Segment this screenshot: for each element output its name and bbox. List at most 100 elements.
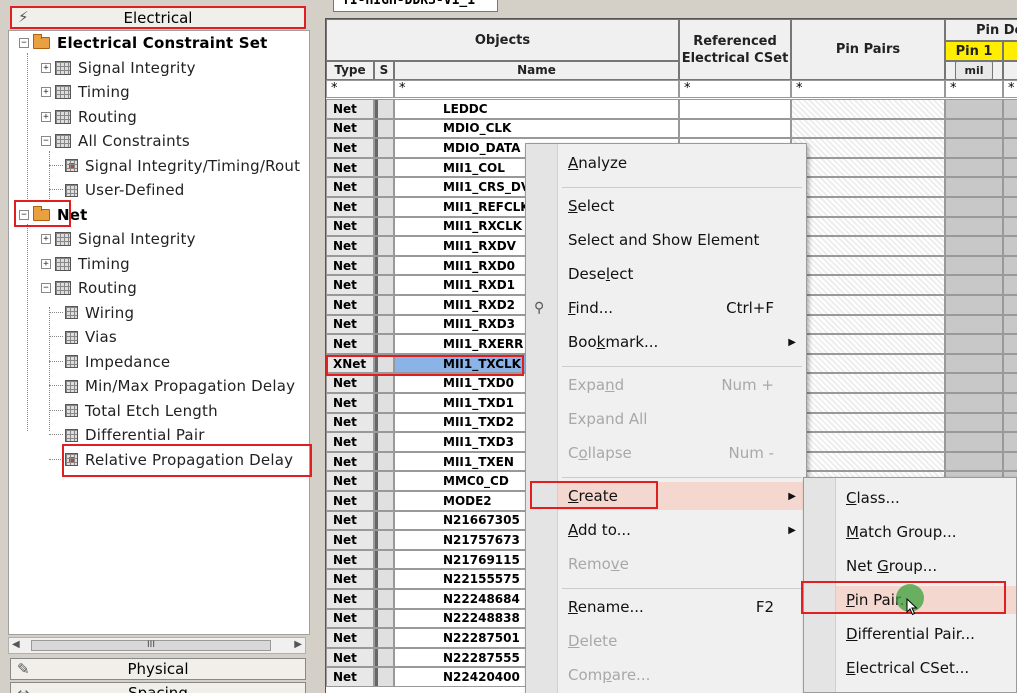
expand-toggle-icon[interactable]: + (41, 111, 51, 122)
pin-pairs-header[interactable]: Pin Pairs (791, 19, 945, 80)
referenced-filter[interactable]: * (679, 80, 791, 98)
pin-pairs-cell[interactable] (791, 255, 945, 276)
referenced-cset-header[interactable]: Referenced Electrical CSet (679, 19, 791, 80)
pin2-cell[interactable] (1003, 197, 1017, 217)
pin-pairs-cell[interactable] (791, 295, 945, 315)
tree-node-impedance[interactable]: Impedance (49, 351, 170, 373)
menu-item-compare[interactable]: Compare... (558, 661, 806, 689)
menu-item-deselect[interactable]: Deselect (558, 260, 806, 288)
tree-node-timing[interactable]: + Timing (41, 81, 130, 103)
pin2-cell[interactable] (1003, 295, 1017, 315)
s-column-header[interactable]: S (374, 61, 394, 80)
pin1-cell[interactable] (945, 99, 1003, 119)
pin1-cell[interactable] (945, 432, 1003, 452)
submenu-item-net-group[interactable]: Net Group... (836, 552, 1016, 580)
submenu-item-match-group[interactable]: Match Group... (836, 518, 1016, 546)
menu-item-find[interactable]: Find... Ctrl+F (558, 294, 806, 322)
pin2-filter[interactable]: * (1003, 80, 1017, 98)
design-tab[interactable]: TI-HIGH-DDR3-V1_1 (333, 0, 498, 12)
tree-node-electrical-constraint-set[interactable]: − Electrical Constraint Set (19, 32, 268, 54)
pin1-cell[interactable] (945, 157, 1003, 178)
referenced-cset-cell[interactable] (679, 118, 791, 139)
pin2-cell[interactable] (1003, 451, 1017, 472)
pin-pairs-cell[interactable] (791, 432, 945, 452)
tree-node-relative-propagation-delay[interactable]: Relative Propagation Delay (49, 449, 293, 471)
name-cell[interactable]: LEDDC (394, 99, 679, 119)
pin2-cell[interactable] (1003, 216, 1017, 237)
pin1-cell[interactable] (945, 373, 1003, 393)
pin1-cell[interactable] (945, 177, 1003, 197)
pin-pairs-cell[interactable] (791, 216, 945, 237)
pin1-cell[interactable] (945, 118, 1003, 139)
collapse-toggle-icon[interactable]: − (41, 136, 51, 146)
pin2-unit-button[interactable] (1003, 61, 1017, 80)
pin2-cell[interactable] (1003, 393, 1017, 413)
pin-pairs-filter[interactable]: * (791, 80, 945, 98)
menu-item-add-to[interactable]: Add to... ▶ (558, 516, 806, 544)
physical-category-bar[interactable]: ✎ Physical (10, 658, 306, 680)
tree-node-user-defined[interactable]: User-Defined (49, 179, 185, 201)
tree-horizontal-scrollbar[interactable]: ◀ III ▶ (8, 637, 306, 654)
pin2-cell[interactable] (1003, 334, 1017, 354)
pin1-cell[interactable] (945, 255, 1003, 276)
spacing-category-bar[interactable]: ↔ Spacing (10, 682, 306, 693)
menu-item-create[interactable]: Create ▶ (558, 482, 806, 510)
scroll-left-arrow-icon[interactable]: ◀ (12, 639, 20, 650)
scroll-thumb[interactable]: III (31, 640, 271, 651)
pin1-cell[interactable] (945, 197, 1003, 217)
pin2-cell[interactable] (1003, 236, 1017, 256)
pin-pairs-cell[interactable] (791, 353, 945, 374)
pin-pairs-cell[interactable] (791, 177, 945, 197)
tree-node-signal-integrity[interactable]: + Signal Integrity (41, 57, 196, 79)
pin-pairs-cell[interactable] (791, 275, 945, 295)
pin-pairs-cell[interactable] (791, 373, 945, 393)
pin2-cell[interactable] (1003, 138, 1017, 158)
pin2-cell[interactable] (1003, 177, 1017, 197)
tree-node-differential-pair[interactable]: Differential Pair (49, 424, 205, 446)
menu-item-expand[interactable]: Expand Num + (558, 371, 806, 399)
tree-node-routing[interactable]: + Routing (41, 106, 137, 128)
pin1-cell[interactable] (945, 138, 1003, 158)
tree-node-wiring[interactable]: Wiring (49, 302, 134, 324)
submenu-item-pin-pair[interactable]: Pin Pair... (836, 586, 1016, 614)
pin-pairs-cell[interactable] (791, 412, 945, 433)
pin-pairs-cell[interactable] (791, 118, 945, 139)
name-cell[interactable]: MDIO_CLK (394, 118, 679, 139)
pin-pairs-cell[interactable] (791, 197, 945, 217)
menu-item-select[interactable]: Select (558, 192, 806, 220)
pin2-cell[interactable] (1003, 255, 1017, 276)
pin2-cell[interactable] (1003, 99, 1017, 119)
pin1-cell[interactable] (945, 216, 1003, 237)
table-row[interactable]: Net MDIO_CLK (326, 118, 1017, 139)
pin1-cell[interactable] (945, 353, 1003, 374)
submenu-item-electrical-cset[interactable]: Electrical CSet... (836, 654, 1016, 682)
table-row[interactable]: Net LEDDC (326, 99, 1017, 119)
tree-node-signal-integrity-timing-rout[interactable]: Signal Integrity/Timing/Rout (49, 155, 300, 177)
pin1-cell[interactable] (945, 412, 1003, 433)
pin1-cell[interactable] (945, 295, 1003, 315)
pin-pairs-cell[interactable] (791, 314, 945, 335)
tree-node-net[interactable]: − Net (19, 204, 88, 226)
pin2-column-header[interactable] (1003, 41, 1017, 61)
menu-item-rename[interactable]: Rename... F2 (558, 593, 806, 621)
pin1-filter[interactable]: * (945, 80, 1003, 98)
menu-item-collapse[interactable]: Collapse Num - (558, 439, 806, 467)
pin-pairs-cell[interactable] (791, 236, 945, 256)
pin-pairs-cell[interactable] (791, 138, 945, 158)
tree-node-timing[interactable]: + Timing (41, 253, 130, 275)
expand-toggle-icon[interactable]: + (41, 87, 51, 97)
pin-pairs-cell[interactable] (791, 393, 945, 413)
pin1-column-header[interactable]: Pin 1 (945, 41, 1003, 61)
scroll-right-arrow-icon[interactable]: ▶ (294, 639, 302, 650)
tree-node-all-constraints[interactable]: − All Constraints (41, 130, 190, 152)
referenced-cset-cell[interactable] (679, 99, 791, 119)
tree-node-routing[interactable]: − Routing (41, 277, 137, 299)
pin2-cell[interactable] (1003, 412, 1017, 433)
pin-pairs-cell[interactable] (791, 451, 945, 472)
tree-node-total-etch-length[interactable]: Total Etch Length (49, 400, 218, 422)
name-column-header[interactable]: Name (394, 61, 679, 80)
expand-toggle-icon[interactable]: + (41, 258, 51, 269)
pin2-cell[interactable] (1003, 353, 1017, 374)
pin-pairs-cell[interactable] (791, 334, 945, 354)
menu-item-delete[interactable]: Delete (558, 627, 806, 655)
